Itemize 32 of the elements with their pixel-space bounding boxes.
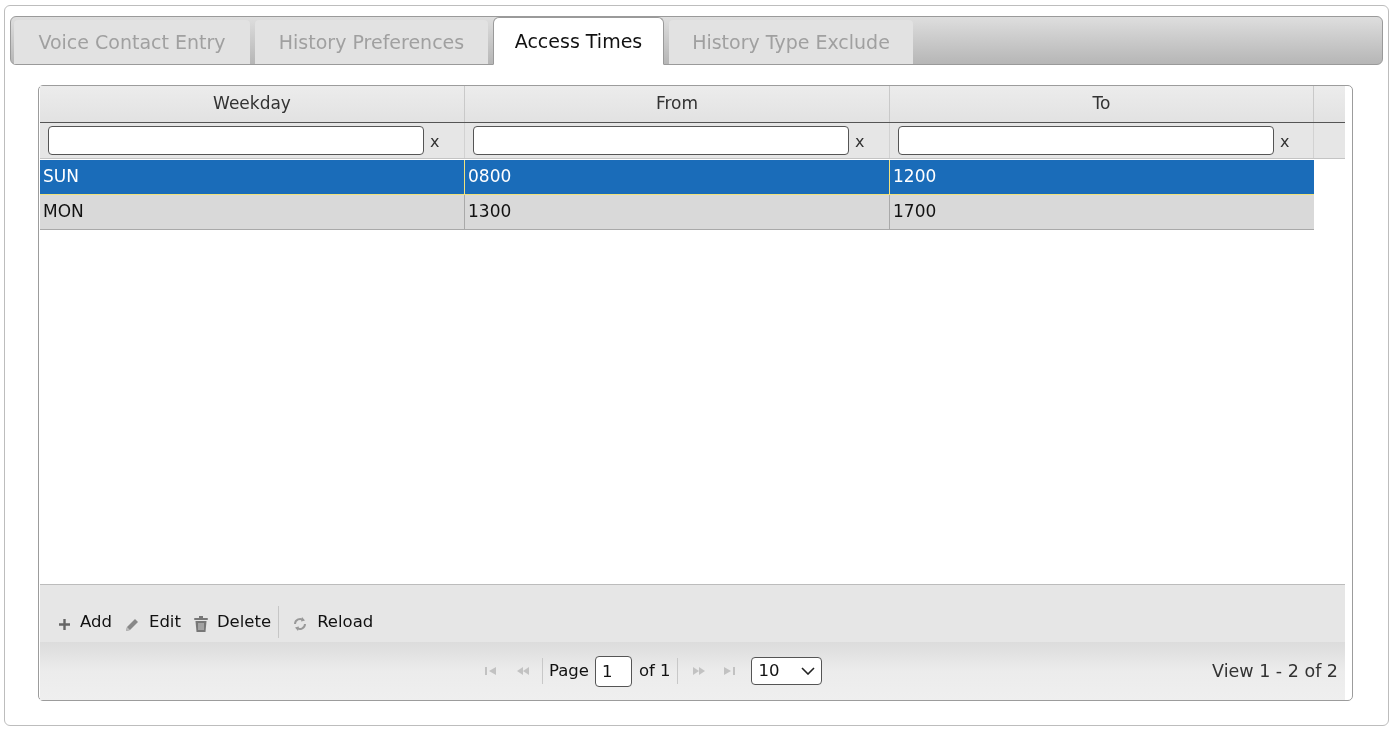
- toolbar-button[interactable]: Delete: [193, 608, 272, 636]
- toolbar-button[interactable]: Add: [58, 608, 112, 636]
- filter-field[interactable]: [898, 126, 1274, 155]
- table-cell: SUN: [40, 160, 465, 194]
- page-field[interactable]: 1: [594, 655, 632, 687]
- page-count: of 1: [638, 659, 671, 682]
- column-header[interactable]: To: [890, 86, 1314, 122]
- tab[interactable]: Access Times: [493, 17, 664, 65]
- table-row[interactable]: SUN 0800 1200: [40, 160, 1314, 195]
- filter-field[interactable]: [48, 126, 424, 155]
- table-cell: 0800: [465, 160, 890, 194]
- record-count: View 1 - 2 of 2: [1212, 659, 1338, 683]
- caret-icon: [800, 667, 815, 675]
- page-size-select[interactable]: 10: [750, 657, 822, 685]
- clear-filter-button[interactable]: x: [430, 131, 440, 150]
- clear-filter-button[interactable]: x: [1280, 131, 1290, 150]
- clear-filter-button[interactable]: x: [855, 131, 865, 150]
- table-cell: 1300: [465, 195, 890, 229]
- filter-field[interactable]: [473, 126, 849, 155]
- page-label: Page: [549, 659, 589, 682]
- column-header[interactable]: Weekday: [40, 86, 465, 122]
- pencil-icon: [124, 616, 140, 632]
- table-cell: MON: [40, 195, 465, 229]
- table-cell-text: 1200: [892, 165, 938, 189]
- trash-icon: [193, 616, 208, 632]
- toolbar-button[interactable]: Reload: [292, 608, 374, 636]
- refresh-icon: [292, 615, 309, 633]
- table-cell-text: 1700: [892, 200, 938, 224]
- table-row[interactable]: MON 1300 1700: [40, 195, 1314, 230]
- column-header[interactable]: From: [465, 86, 890, 122]
- toolbar-button[interactable]: Edit: [124, 608, 181, 636]
- plus-icon: [58, 617, 71, 631]
